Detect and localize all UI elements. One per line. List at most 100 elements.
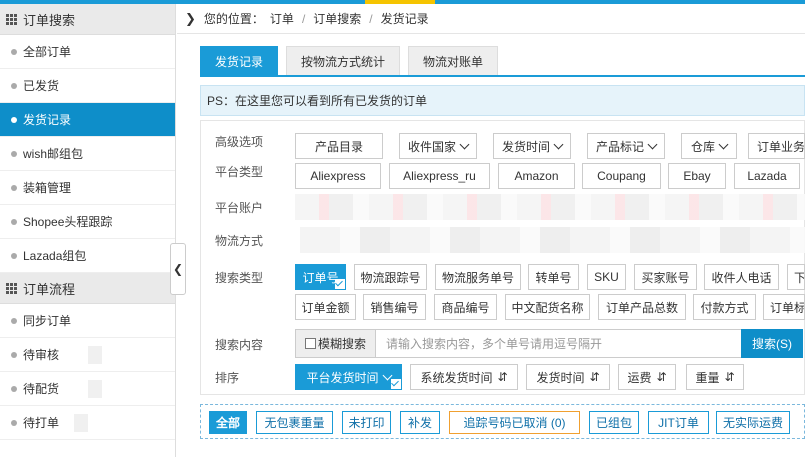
caret-down-icon [718, 139, 729, 149]
sidebar-item-pending-print[interactable]: 待打单 [0, 406, 175, 440]
sort-ship-time[interactable]: 发货时间 ⇵ [526, 364, 610, 390]
filter-jit-orders[interactable]: JIT订单 [648, 411, 709, 434]
search-type-tracking-no[interactable]: 物流跟踪号 [354, 264, 427, 290]
sidebar-item-pending-allocation[interactable]: 待配货 [0, 372, 175, 406]
sort-arrows-icon: ⇵ [589, 370, 600, 384]
fuzzy-search-toggle[interactable]: 模糊搜索 [296, 330, 376, 357]
filter-packaged[interactable]: 已组包 [589, 411, 639, 434]
tab-logistics-statement[interactable]: 物流对账单 [408, 46, 499, 76]
sidebar-item-packing[interactable]: 装箱管理 [0, 171, 175, 205]
breadcrumb-item-orders[interactable]: 订单 [270, 10, 294, 27]
filter-unprinted[interactable]: 未打印 [342, 411, 391, 434]
sort-label: 排序 [215, 371, 240, 385]
search-bar: 模糊搜索 搜索(S) [295, 329, 803, 358]
bullet-icon [11, 218, 17, 225]
sort-platform-ship-time[interactable]: 平台发货时间 [295, 364, 402, 390]
bullet-icon [11, 150, 17, 157]
sort-weight[interactable]: 重量 ⇵ [686, 364, 744, 390]
logistics-label: 物流方式 [215, 234, 264, 248]
search-type-cn-name[interactable]: 中文配货名称 [505, 294, 590, 320]
platform-amazon[interactable]: Amazon [498, 163, 575, 189]
search-type-phone[interactable]: 收件人电话 [704, 264, 779, 290]
product-catalog-button[interactable]: 产品目录 [295, 133, 383, 159]
search-type-label: 搜索类型 [215, 271, 264, 285]
search-type-transfer-no[interactable]: 转单号 [528, 264, 579, 290]
sort-arrows-icon: ⇵ [656, 370, 667, 384]
ship-time-dropdown[interactable]: 发货时间 [493, 133, 571, 159]
filter-all[interactable]: 全部 [209, 411, 247, 434]
platform-lazada[interactable]: Lazada [734, 163, 800, 189]
breadcrumb-separator: / [301, 11, 306, 26]
platform-aliexpress[interactable]: Aliexpress [295, 163, 381, 189]
sort-system-ship-time[interactable]: 系统发货时间 ⇵ [410, 364, 518, 390]
order-business-dropdown[interactable]: 订单业务 [748, 133, 805, 159]
search-input[interactable] [376, 330, 741, 357]
tab-underline [200, 75, 805, 77]
search-type-order-tag[interactable]: 订单标 [763, 294, 805, 320]
check-icon [391, 379, 401, 389]
bullet-icon [11, 252, 17, 259]
sort-arrows-icon: ⇵ [497, 370, 508, 384]
filter-no-actual-freight[interactable]: 无实际运费 [716, 411, 790, 434]
section-title: 订单搜索 [23, 12, 76, 28]
caret-down-icon [553, 139, 564, 149]
filter-tracking-cancelled[interactable]: 追踪号码已取消 (0) [449, 411, 580, 434]
breadcrumb-item-order-search[interactable]: 订单搜索 [313, 10, 361, 27]
sidebar-section-order-search[interactable]: 订单搜索 [0, 4, 175, 35]
sidebar-item-sync-orders[interactable]: 同步订单 [0, 304, 175, 338]
logistics-options-redacted [300, 227, 805, 253]
country-dropdown[interactable]: 收件国家 [399, 133, 477, 159]
breadcrumb-separator: / [369, 11, 373, 26]
search-type-item-no[interactable]: 商品编号 [434, 294, 497, 320]
sidebar-item-shipping-records[interactable]: 发货记录 [0, 103, 175, 137]
tab-logistics-stats[interactable]: 按物流方式统计 [286, 46, 401, 76]
platform-coupang[interactable]: Coupang [582, 163, 661, 189]
sidebar-item-all-orders[interactable]: 全部订单 [0, 35, 175, 69]
sort-freight[interactable]: 运费 ⇵ [618, 364, 676, 390]
search-type-service-no[interactable]: 物流服务单号 [435, 264, 521, 290]
account-options-redacted [295, 194, 805, 220]
search-type-payment[interactable]: 付款方式 [693, 294, 756, 320]
bullet-icon [11, 82, 17, 89]
product-tag-dropdown[interactable]: 产品标记 [587, 133, 665, 159]
sort-arrows-icon: ⇵ [724, 370, 735, 384]
search-type-order-amount[interactable]: 订单金额 [295, 294, 356, 320]
search-type-product-count[interactable]: 订单产品总数 [598, 294, 686, 320]
sidebar-section-order-flow[interactable]: 订单流程 [0, 273, 175, 304]
search-type-sales-no[interactable]: 销售编号 [363, 294, 426, 320]
check-icon [335, 279, 345, 289]
blurred-count [88, 346, 102, 364]
sidebar-item-lazada-package[interactable]: Lazada组包 [0, 239, 175, 273]
warehouse-dropdown[interactable]: 仓库 [681, 133, 737, 159]
platform-ebay[interactable]: Ebay [668, 163, 726, 189]
bullet-icon [11, 48, 17, 55]
search-type-sku[interactable]: SKU [587, 264, 626, 290]
chevron-right-icon: ❯ [185, 10, 196, 26]
caret-down-icon [459, 139, 470, 149]
sidebar: 订单搜索 全部订单 已发货 发货记录 wish邮组包 装箱管理 Shopee头程… [0, 4, 176, 457]
checkbox[interactable] [304, 338, 316, 349]
breadcrumb: ❯ 您的位置： 订单 / 订单搜索 / 发货记录 [177, 4, 805, 34]
advanced-label: 高级选项 [215, 135, 264, 149]
bullet-icon [11, 317, 17, 324]
filter-reship[interactable]: 补发 [400, 411, 440, 434]
account-label: 平台账户 [215, 201, 264, 215]
sidebar-collapse-button[interactable]: ❮ [170, 243, 186, 295]
bullet-icon [11, 184, 17, 191]
search-type-more[interactable]: 下 [787, 264, 805, 290]
platform-aliexpress-ru[interactable]: Aliexpress_ru [389, 163, 490, 189]
bullet-icon [11, 385, 17, 392]
tab-shipping-records[interactable]: 发货记录 [200, 46, 279, 76]
search-button[interactable]: 搜索(S) [741, 329, 803, 358]
search-type-order-no[interactable]: 订单号 [295, 264, 346, 290]
grid-icon [6, 282, 17, 294]
search-type-buyer[interactable]: 买家账号 [634, 264, 697, 290]
tab-bar: 发货记录 按物流方式统计 物流对账单 [200, 46, 506, 76]
filter-no-weight[interactable]: 无包裹重量 [256, 411, 333, 434]
sidebar-item-pending-review[interactable]: 待审核 [0, 338, 175, 372]
breadcrumb-prefix: 您的位置： [203, 12, 264, 26]
sidebar-item-shopee-tracking[interactable]: Shopee头程跟踪 [0, 205, 175, 239]
info-banner: PS：在这里您可以看到所有已发货的订单 [200, 85, 805, 116]
sidebar-item-wish-package[interactable]: wish邮组包 [0, 137, 175, 171]
sidebar-item-shipped[interactable]: 已发货 [0, 69, 175, 103]
